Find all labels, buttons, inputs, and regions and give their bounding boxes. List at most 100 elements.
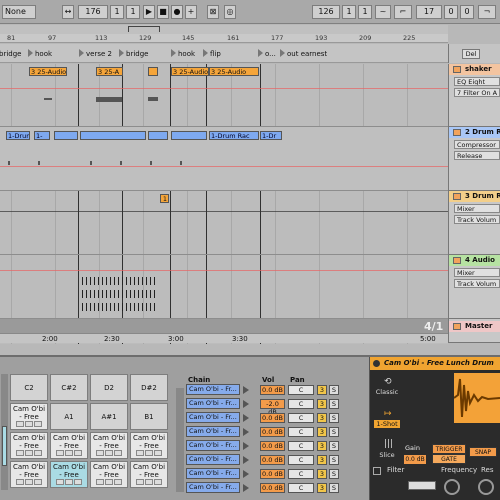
audio-clip[interactable]: 3 25-Audio <box>209 67 259 76</box>
device-chooser[interactable]: EQ Eight <box>454 77 500 86</box>
chain-activator[interactable]: 3 <box>317 385 327 395</box>
stop-button[interactable]: ■ <box>157 5 169 19</box>
chain-pan[interactable]: C <box>288 455 314 465</box>
track-header-drum-2[interactable]: 2 Drum R Compressor Release <box>448 127 500 191</box>
midi-clip[interactable]: 1-Dr <box>260 131 282 140</box>
one-shot-mode-icon[interactable]: ↦ <box>384 409 392 419</box>
loop-length-sub[interactable]: 0 <box>460 5 474 19</box>
chain-activator[interactable]: 3 <box>317 399 327 409</box>
chain-pan[interactable]: C <box>288 483 314 493</box>
chain-row[interactable]: Cam O'bi - Fr... 0.0 dB C 3S <box>186 482 346 494</box>
lane-master[interactable] <box>0 319 448 334</box>
locator[interactable]: bridge <box>119 49 148 58</box>
follow-button[interactable]: ↔ <box>62 5 74 19</box>
chain-solo[interactable]: S <box>329 455 339 465</box>
pad-controls[interactable] <box>133 479 165 485</box>
time-ruler[interactable]: 2:00 2:30 3:00 3:30 5:00 <box>0 333 448 343</box>
chain-name[interactable]: Cam O'bi - Fr... <box>186 482 240 493</box>
filter-type-select[interactable] <box>408 481 436 490</box>
audio-clip[interactable]: 3 25-Audio <box>29 67 67 76</box>
locator[interactable]: o... <box>258 49 276 58</box>
locator[interactable]: hook <box>28 49 52 58</box>
lane-shaker[interactable]: 3 25-Audio 3 25-A 3 25-Audio 3 25-Audio <box>0 64 448 127</box>
lane-audio-4[interactable] <box>0 255 448 319</box>
chain-solo[interactable]: S <box>329 413 339 423</box>
drum-pad-selected[interactable]: Cam O'bi - Free <box>50 461 88 488</box>
gate-button[interactable]: GATE <box>432 454 466 464</box>
midi-clip[interactable] <box>171 131 207 140</box>
chain-volume[interactable]: -2.0 dB <box>260 399 285 416</box>
chain-row[interactable]: Cam O'bi - Fr... 0.0 dB C 3S <box>186 454 346 466</box>
drum-pad[interactable]: Cam O'bi - Free <box>50 432 88 459</box>
chain-volume[interactable]: 0.0 dB <box>260 413 285 423</box>
track-header-master[interactable]: Master <box>448 319 500 343</box>
chain-activator[interactable]: 3 <box>317 427 327 437</box>
chain-row[interactable]: Cam O'bi - Fr... 0.0 dB C 3S <box>186 440 346 452</box>
chain-activator[interactable]: 3 <box>317 441 327 451</box>
locator[interactable]: out earnest <box>280 49 327 58</box>
chain-volume[interactable]: 0.0 dB <box>260 427 285 437</box>
chain-play-icon[interactable] <box>243 386 249 394</box>
lane-drum-2[interactable]: 1-Drum 1- 1-Drum Rac 1-Dr <box>0 127 448 191</box>
trigger-button[interactable]: TRIGGER <box>432 444 466 454</box>
pad-controls[interactable] <box>13 421 45 427</box>
audio-clip[interactable]: 3 25-A <box>96 67 123 76</box>
chain-volume[interactable]: 0.0 dB <box>260 469 285 479</box>
midi-clip[interactable] <box>54 131 78 140</box>
loop-start-bar[interactable]: 126 <box>312 5 340 19</box>
clip-play-icon[interactable] <box>453 129 461 136</box>
chain-scrollbar[interactable] <box>176 388 184 492</box>
locator[interactable]: verse 2 <box>79 49 112 58</box>
chain-volume[interactable]: 0.0 dB <box>260 483 285 493</box>
chain-activator[interactable]: 3 <box>317 413 327 423</box>
drum-pad[interactable]: Cam O'bi - Free <box>130 432 168 459</box>
loop-length-beat[interactable]: 0 <box>444 5 458 19</box>
drum-pad[interactable]: Cam O'bi - Free <box>10 432 48 459</box>
chain-activator[interactable]: 3 <box>317 455 327 465</box>
arrangement-position-bar[interactable]: 176 <box>78 5 108 19</box>
session-record-icon[interactable]: ◎ <box>224 5 236 19</box>
pad-controls[interactable] <box>93 479 125 485</box>
chain-play-icon[interactable] <box>243 414 249 422</box>
clip-play-icon[interactable] <box>453 193 461 200</box>
chain-row[interactable]: Cam O'bi - Fr... 0.0 dB C 3S <box>186 412 346 424</box>
lane-drum-3[interactable]: 1 <box>0 191 448 255</box>
play-button[interactable]: ▶ <box>143 5 155 19</box>
chain-pan[interactable]: C <box>288 385 314 395</box>
frequency-knob[interactable] <box>444 479 460 495</box>
drum-pad[interactable]: C#2 <box>50 374 88 401</box>
chain-play-icon[interactable] <box>243 456 249 464</box>
punch-out-icon[interactable]: ¬ <box>478 5 496 19</box>
chain-solo[interactable]: S <box>329 427 339 437</box>
sample-waveform-display[interactable] <box>453 373 500 423</box>
drum-pad[interactable]: C2 <box>10 374 48 401</box>
arrangement-position-beat[interactable]: 1 <box>110 5 124 19</box>
gain-value[interactable]: 0.0 dB <box>404 455 426 464</box>
drum-pad[interactable]: B1 <box>130 403 168 430</box>
chain-pan[interactable]: C <box>288 427 314 437</box>
filter-toggle[interactable] <box>373 467 381 475</box>
midi-clip[interactable] <box>148 131 168 140</box>
chain-play-icon[interactable] <box>243 400 249 408</box>
device-title[interactable]: Cam O'bi - Free Lunch Drum <box>370 357 500 370</box>
device-chooser[interactable]: Mixer <box>454 204 500 213</box>
track-header-audio-4[interactable]: 4 Audio Mixer Track Volum <box>448 255 500 319</box>
chain-pan[interactable]: C <box>288 441 314 451</box>
loop-start-beat[interactable]: 1 <box>342 5 356 19</box>
drum-pad[interactable]: A1 <box>50 403 88 430</box>
chain-row[interactable]: Cam O'bi - Fr... 0.0 dB C 3S <box>186 426 346 438</box>
midi-clip[interactable]: 1-Drum Rac <box>209 131 259 140</box>
locator[interactable]: flip <box>203 49 221 58</box>
classic-mode-icon[interactable]: ⟲ <box>384 377 392 387</box>
pad-controls[interactable] <box>93 450 125 456</box>
chain-row[interactable]: Cam O'bi - Fr... -2.0 dB C 3S <box>186 398 346 416</box>
drum-pad[interactable]: Cam O'bi - Free <box>10 403 48 430</box>
chain-pan[interactable]: C <box>288 399 314 409</box>
chain-play-icon[interactable] <box>243 470 249 478</box>
delete-locator-button[interactable]: Del <box>462 49 480 59</box>
chain-volume[interactable]: 0.0 dB <box>260 441 285 451</box>
device-chooser[interactable]: Compressor <box>454 140 500 149</box>
arrangement-tracks[interactable]: 3 25-Audio 3 25-A 3 25-Audio 3 25-Audio … <box>0 64 448 344</box>
drum-pad[interactable]: Cam O'bi - Free <box>90 461 128 488</box>
audio-clip[interactable] <box>148 67 158 76</box>
